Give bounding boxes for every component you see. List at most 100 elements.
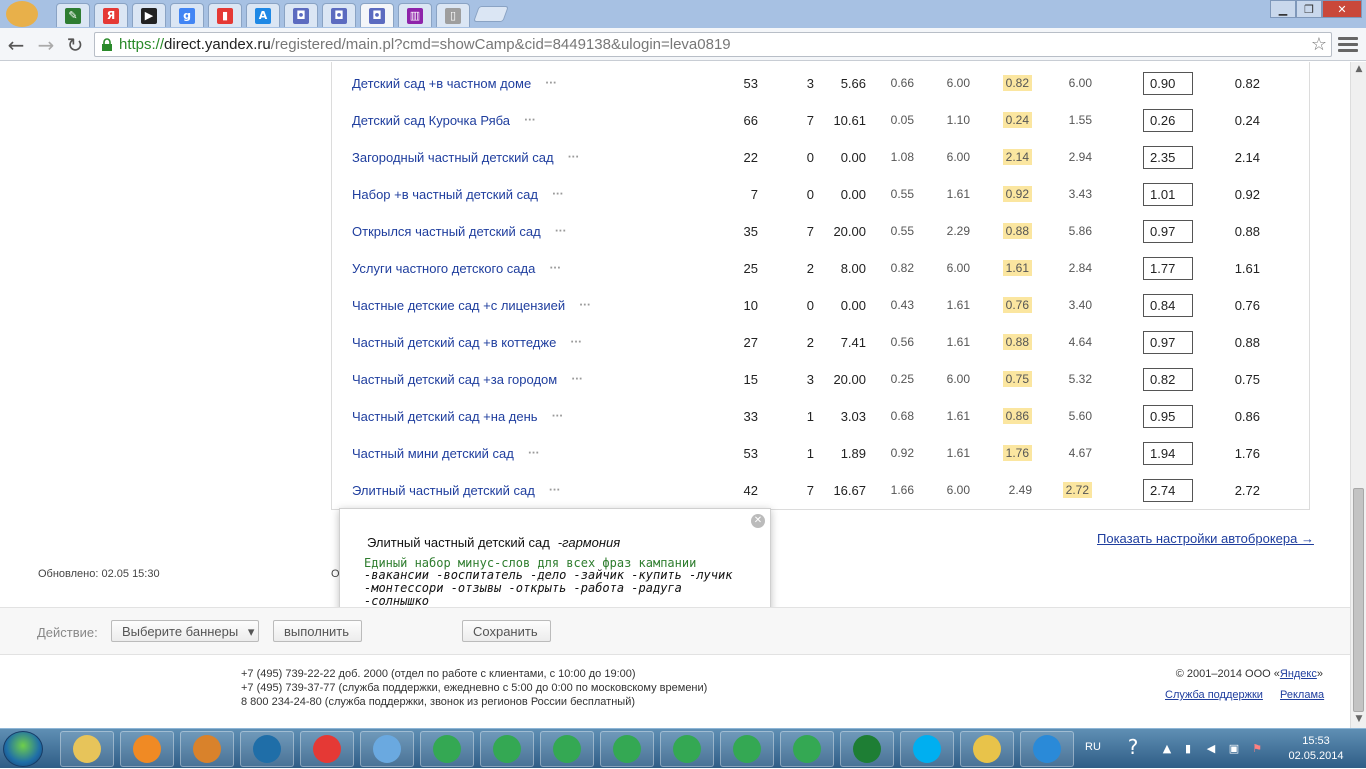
action-center-icon[interactable]: ⚑ bbox=[1250, 742, 1264, 756]
phrase-menu-icon[interactable]: ··· bbox=[545, 78, 556, 89]
reload-icon[interactable]: ↻ bbox=[64, 34, 86, 56]
close-window-button[interactable]: ✕ bbox=[1322, 0, 1362, 18]
bid-input[interactable]: 0.90 bbox=[1143, 72, 1193, 95]
browser-tab[interactable]: ▯ bbox=[436, 3, 470, 27]
address-bar[interactable]: https://direct.yandex.ru/registered/main… bbox=[94, 32, 1332, 57]
taskbar-item[interactable] bbox=[240, 731, 294, 767]
taskbar-item[interactable] bbox=[1020, 731, 1074, 767]
phrase-menu-icon[interactable]: ··· bbox=[568, 152, 579, 163]
help-icon[interactable]: ? bbox=[1120, 735, 1146, 763]
taskbar-item[interactable] bbox=[540, 731, 594, 767]
clock[interactable]: 15:53 02.05.2014 bbox=[1284, 734, 1348, 764]
phrase-link[interactable]: Частный мини детский сад ··· bbox=[352, 446, 539, 461]
phrase-menu-icon[interactable]: ··· bbox=[524, 115, 535, 126]
bid-input[interactable]: 0.97 bbox=[1143, 220, 1193, 243]
profile-avatar-icon[interactable] bbox=[6, 1, 38, 27]
browser-tab[interactable]: Я bbox=[94, 3, 128, 27]
bid-position-cell: 0.68 bbox=[890, 409, 914, 423]
browser-tab[interactable]: ◘ bbox=[322, 3, 356, 27]
browser-tab[interactable]: g bbox=[170, 3, 204, 27]
phrase-menu-icon[interactable]: ··· bbox=[549, 485, 560, 496]
browser-tab[interactable]: ◘ bbox=[284, 3, 318, 27]
phrase-link[interactable]: Частный детский сад +в коттедже ··· bbox=[352, 335, 582, 350]
start-button[interactable] bbox=[3, 731, 43, 767]
taskbar-item[interactable] bbox=[780, 731, 834, 767]
phrase-link[interactable]: Загородный частный детский сад ··· bbox=[352, 150, 579, 165]
taskbar-item[interactable] bbox=[180, 731, 234, 767]
volume-app-icon bbox=[373, 735, 401, 763]
phrase-link[interactable]: Детский сад +в частном доме ··· bbox=[352, 76, 557, 91]
phrase-menu-icon[interactable]: ··· bbox=[552, 189, 563, 200]
taskbar-item[interactable] bbox=[840, 731, 894, 767]
phrase-link[interactable]: Набор +в частный детский сад ··· bbox=[352, 187, 563, 202]
bid-position-cell: 0.55 bbox=[890, 224, 914, 238]
back-icon[interactable]: ← bbox=[5, 34, 27, 56]
bid-input[interactable]: 1.94 bbox=[1143, 442, 1193, 465]
phrase-menu-icon[interactable]: ··· bbox=[571, 374, 582, 385]
taskbar-item[interactable] bbox=[900, 731, 954, 767]
taskbar-item[interactable] bbox=[60, 731, 114, 767]
bid-input[interactable]: 2.35 bbox=[1143, 146, 1193, 169]
phrase-menu-icon[interactable]: ··· bbox=[528, 448, 539, 459]
banner-select[interactable]: Выберите баннеры ▾ bbox=[111, 620, 259, 642]
browser-tab[interactable]: ▥ bbox=[398, 3, 432, 27]
phrase-menu-icon[interactable]: ··· bbox=[555, 226, 566, 237]
taskbar-item[interactable] bbox=[720, 731, 774, 767]
browser-menu-icon[interactable] bbox=[1338, 34, 1358, 54]
browser-tab[interactable]: ▶ bbox=[132, 3, 166, 27]
ads-link[interactable]: Реклама bbox=[1280, 689, 1324, 701]
phrase-link[interactable]: Элитный частный детский сад ··· bbox=[352, 483, 560, 498]
bid-input[interactable]: 1.77 bbox=[1143, 257, 1193, 280]
phrase-menu-icon[interactable]: ··· bbox=[552, 411, 563, 422]
network-icon[interactable]: ▮ bbox=[1181, 742, 1195, 756]
minimize-button[interactable]: ▁ bbox=[1270, 0, 1296, 18]
bid-input[interactable]: 0.84 bbox=[1143, 294, 1193, 317]
scroll-up-icon[interactable]: ▲ bbox=[1354, 64, 1364, 74]
maximize-button[interactable]: ❐ bbox=[1296, 0, 1322, 18]
bookmark-star-icon[interactable]: ☆ bbox=[1311, 34, 1327, 55]
bid-input[interactable]: 0.95 bbox=[1143, 405, 1193, 428]
browser-tab[interactable]: A bbox=[246, 3, 280, 27]
phrase-link[interactable]: Открылся частный детский сад ··· bbox=[352, 224, 566, 239]
language-indicator[interactable]: RU bbox=[1085, 741, 1101, 753]
phrase-menu-icon[interactable]: ··· bbox=[549, 263, 560, 274]
taskbar-item[interactable] bbox=[120, 731, 174, 767]
yandex-link[interactable]: Яндекс bbox=[1280, 668, 1317, 680]
browser-tab[interactable]: ▮ bbox=[208, 3, 242, 27]
taskbar-item[interactable] bbox=[480, 731, 534, 767]
support-link[interactable]: Служба поддержки bbox=[1165, 689, 1263, 701]
bid-input[interactable]: 0.82 bbox=[1143, 368, 1193, 391]
taskbar-item[interactable] bbox=[360, 731, 414, 767]
save-button[interactable]: Сохранить bbox=[462, 620, 551, 642]
bid-input[interactable]: 1.01 bbox=[1143, 183, 1193, 206]
forward-icon[interactable]: → bbox=[35, 34, 57, 56]
volume-icon[interactable]: ◀ bbox=[1204, 742, 1218, 756]
phrase-link[interactable]: Частный детский сад +за городом ··· bbox=[352, 372, 583, 387]
bid-input[interactable]: 0.26 bbox=[1143, 109, 1193, 132]
close-icon[interactable]: ✕ bbox=[751, 514, 765, 528]
taskbar-item[interactable] bbox=[300, 731, 354, 767]
clicks-cell: 3 bbox=[806, 372, 814, 387]
device-icon[interactable]: ▣ bbox=[1227, 742, 1241, 756]
phrase-menu-icon[interactable]: ··· bbox=[570, 337, 581, 348]
phrase-link[interactable]: Частные детские сад +с лицензией ··· bbox=[352, 298, 591, 313]
page-scrollbar[interactable]: ▲ ▼ bbox=[1350, 62, 1366, 728]
taskbar-item[interactable] bbox=[420, 731, 474, 767]
autobroker-settings-link[interactable]: Показать настройки автоброкера → bbox=[1097, 531, 1314, 546]
scroll-down-icon[interactable]: ▼ bbox=[1354, 714, 1364, 724]
browser-tab[interactable]: ◘ bbox=[360, 3, 394, 27]
phrase-menu-icon[interactable]: ··· bbox=[579, 300, 590, 311]
browser-tab[interactable]: ✎ bbox=[56, 3, 90, 27]
taskbar-item[interactable] bbox=[600, 731, 654, 767]
bid-input[interactable]: 2.74 bbox=[1143, 479, 1193, 502]
phrase-link[interactable]: Частный детский сад +на день ··· bbox=[352, 409, 563, 424]
new-tab-button[interactable] bbox=[473, 6, 509, 22]
run-button[interactable]: выполнить bbox=[273, 620, 362, 642]
phrase-link[interactable]: Услуги частного детского сада ··· bbox=[352, 261, 561, 276]
show-hidden-icons[interactable]: ▲ bbox=[1160, 742, 1174, 756]
taskbar-item[interactable] bbox=[960, 731, 1014, 767]
phrase-link[interactable]: Детский сад Курочка Ряба ··· bbox=[352, 113, 535, 128]
taskbar-item[interactable] bbox=[660, 731, 714, 767]
scrollbar-thumb[interactable] bbox=[1353, 488, 1364, 712]
bid-input[interactable]: 0.97 bbox=[1143, 331, 1193, 354]
